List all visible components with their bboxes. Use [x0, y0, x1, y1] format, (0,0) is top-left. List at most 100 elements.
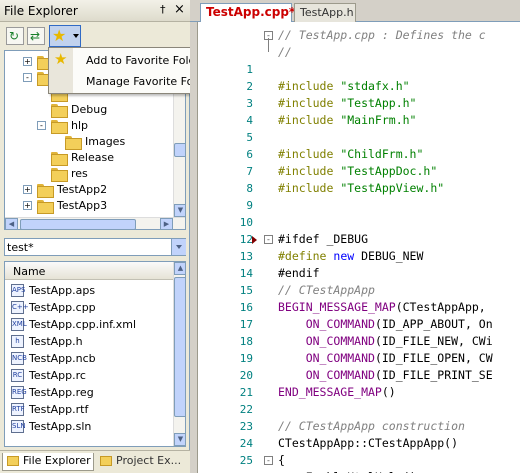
filter-dropdown-button[interactable] [171, 239, 186, 255]
refresh-button[interactable]: ↻ [6, 27, 24, 45]
list-item[interactable]: REG TestApp.reg [11, 384, 171, 401]
code-line[interactable]: ON_COMMAND(ID_FILE_NEW, CWi [278, 333, 493, 350]
tree-node-label[interactable]: res [71, 166, 88, 182]
tab-testapp-h[interactable]: TestApp.h [294, 3, 356, 22]
code-token: #include [278, 181, 341, 195]
folder-icon [100, 456, 112, 466]
code-line[interactable]: #ifdef _DEBUG [278, 231, 368, 248]
tab-project-explorer[interactable]: Project Ex... [96, 453, 188, 471]
tree-node-label[interactable]: TestApp3 [57, 198, 107, 214]
code-line[interactable]: // CTestAppApp construction [278, 418, 465, 435]
list-item[interactable]: APS TestApp.aps [11, 282, 171, 299]
folder-icon [51, 152, 68, 166]
code-line[interactable]: #include "MainFrm.h" [278, 112, 416, 129]
line-number: 20 [239, 369, 253, 382]
folder-icon [37, 200, 54, 214]
tab-file-explorer[interactable]: File Explorer [2, 453, 94, 471]
code-token: { [278, 453, 285, 467]
tree-expander-icon[interactable]: + [23, 185, 32, 194]
code-line[interactable]: ON_COMMAND(ID_FILE_OPEN, CW [278, 350, 493, 367]
folder-icon [51, 120, 68, 134]
line-number: 4 [246, 114, 253, 127]
scroll-right-icon[interactable]: ▶ [160, 218, 173, 229]
scroll-thumb[interactable] [20, 219, 136, 229]
line-number: 21 [239, 386, 253, 399]
fold-toggle-icon[interactable]: - [264, 456, 273, 465]
line-number: 10 [239, 216, 253, 229]
code-token: #include [278, 164, 341, 178]
line-number: 23 [239, 420, 253, 433]
code-token: "stdafx.h" [340, 79, 410, 93]
tree-expander-icon[interactable]: + [23, 201, 32, 210]
code-line[interactable]: #include "stdafx.h" [278, 78, 410, 95]
code-line[interactable]: ON_COMMAND(ID_FILE_PRINT_SE [278, 367, 493, 384]
code-line[interactable]: ON_COMMAND(ID_APP_ABOUT, On [278, 316, 493, 333]
line-number: 19 [239, 352, 253, 365]
list-item[interactable]: C++ TestApp.cpp [11, 299, 171, 316]
code-line[interactable]: END_MESSAGE_MAP() [278, 384, 396, 401]
code-line[interactable]: #include "ChildFrm.h" [278, 146, 423, 163]
scroll-down-icon[interactable]: ▼ [174, 433, 185, 446]
star-icon: ★ [54, 50, 68, 68]
scroll-left-icon[interactable]: ◀ [5, 218, 18, 229]
code-line[interactable]: BEGIN_MESSAGE_MAP(CTestAppApp, [278, 299, 493, 316]
tree-node-label[interactable]: Release [71, 150, 114, 166]
files-vertical-scrollbar[interactable]: ▲ ▼ [173, 262, 185, 446]
list-item[interactable]: RTF TestApp.rtf [11, 401, 171, 418]
file-filter-input[interactable] [7, 240, 167, 254]
tree-horizontal-scrollbar[interactable]: ◀ ▶ [5, 217, 185, 229]
file-name: TestApp.ncb [29, 352, 96, 365]
current-line-marker-icon [252, 236, 257, 244]
pin-icon[interactable]: † [160, 3, 172, 17]
code-line[interactable]: // CTestAppApp [278, 282, 375, 299]
line-number-gutter: -1 2 3 4 5 6 7 8 9 10 12-13 14 15 16 17 18 19 20 21 22 23 24 2… [198, 22, 278, 473]
code-line[interactable]: #endif [278, 265, 320, 282]
file-icon: SLN [11, 420, 26, 433]
code-line[interactable]: CTestAppApp::CTestAppApp() [278, 435, 458, 452]
scroll-up-icon[interactable]: ▲ [174, 262, 185, 275]
code-line[interactable]: { [278, 452, 285, 469]
tree-node-label[interactable]: Debug [71, 102, 107, 118]
sync-button[interactable]: ⇄ [27, 27, 45, 45]
name-column-header[interactable]: Name [5, 262, 173, 280]
file-icon: RTF [11, 403, 25, 416]
list-item[interactable]: h TestApp.h [11, 333, 171, 350]
code-line[interactable]: #include "TestApp.h" [278, 95, 416, 112]
file-filter-combobox[interactable] [4, 238, 186, 256]
line-number: 22 [239, 403, 253, 416]
tree-node-label[interactable]: TestApp2 [57, 182, 107, 198]
code-line[interactable]: // [278, 44, 292, 61]
fold-toggle-icon[interactable]: - [264, 235, 273, 244]
code-line[interactable]: #define new DEBUG_NEW [278, 248, 423, 265]
list-item[interactable]: RC TestApp.rc [11, 367, 171, 384]
line-number [198, 27, 253, 44]
file-icon: C++ [11, 301, 29, 314]
tree-node-label[interactable]: Images [85, 134, 125, 150]
list-item[interactable]: SLN TestApp.sln [11, 418, 171, 435]
tree-node-label[interactable]: hlp [71, 118, 88, 134]
scroll-thumb[interactable] [174, 277, 185, 417]
code-area[interactable]: // TestApp.cpp : Defines the c // #include… [278, 22, 520, 473]
close-icon[interactable]: × [174, 2, 186, 17]
editor-splitter[interactable] [190, 22, 198, 473]
folder-icon [65, 136, 82, 150]
scroll-down-icon[interactable]: ▼ [174, 204, 185, 217]
tree-expander-icon[interactable]: - [23, 73, 32, 82]
line-number: 26 [198, 469, 253, 473]
tree-expander-icon[interactable]: - [37, 121, 46, 130]
code-token: // CTestAppApp [278, 283, 375, 297]
list-item[interactable]: NCB TestApp.ncb [11, 350, 171, 367]
tab-testapp-cpp[interactable]: TestApp.cpp* [200, 3, 295, 22]
tree-expander-icon[interactable]: + [23, 57, 32, 66]
scroll-thumb[interactable] [174, 143, 185, 157]
code-line[interactable]: #include "TestAppDoc.h" [278, 163, 437, 180]
code-token: ON_COMMAND [305, 334, 375, 348]
line-number: 17 [239, 318, 253, 331]
file-name: TestApp.rc [29, 369, 86, 382]
favorites-dropdown-button[interactable]: ★ [49, 25, 81, 47]
code-line[interactable]: #include "TestAppView.h" [278, 180, 444, 197]
code-line[interactable]: EnableHtmlHelp(); [278, 469, 424, 473]
code-line[interactable]: // TestApp.cpp : Defines the c [278, 27, 486, 44]
list-item[interactable]: XML TestApp.cpp.inf.xml [11, 316, 171, 333]
file-icon: NCB [11, 352, 27, 365]
